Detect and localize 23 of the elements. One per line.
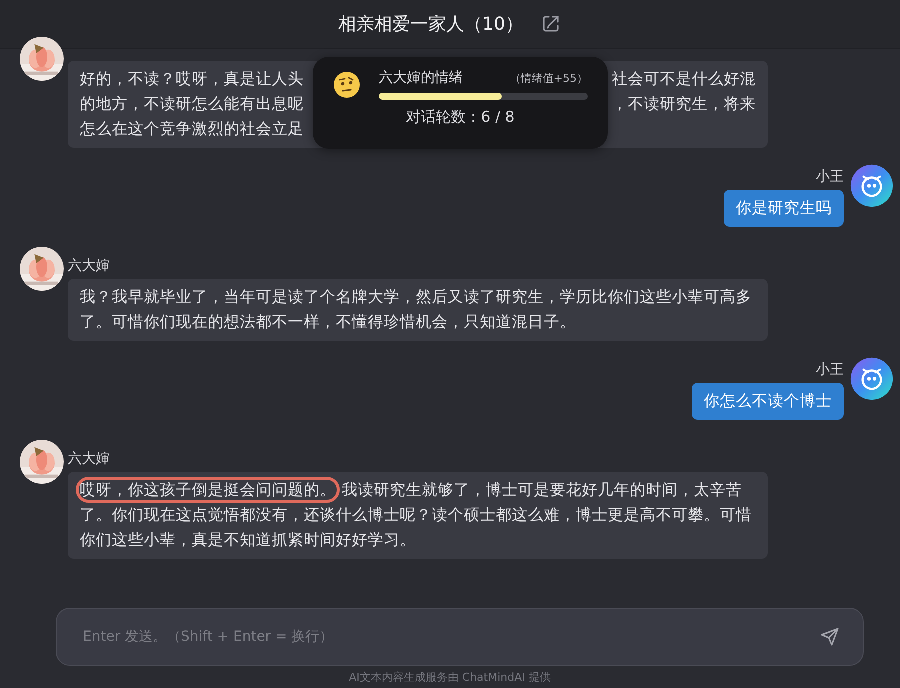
message-text: 你是研究生吗 <box>736 198 832 219</box>
message-text: 怎么在这个竞争激烈的社会立足 <box>80 119 304 140</box>
message-text: 好的，不读？哎呀，真是让人头 <box>80 69 304 90</box>
message-text: 你怎么不读个博士 <box>704 391 832 412</box>
sender-name: 六大婶 <box>68 257 111 275</box>
message-text: ，不读研究生，将来 <box>612 94 756 115</box>
round-counter: 对话轮数：6 / 8 <box>406 108 515 127</box>
message-text: 的地方，不读研怎么能有出息呢 <box>80 94 304 115</box>
message-text: 社会可不是什么好混 <box>612 69 756 90</box>
avatar-icon <box>850 357 894 401</box>
sender-name: 小王 <box>816 361 844 379</box>
thinking-face-icon <box>333 70 361 98</box>
message-input[interactable]: Enter 发送。（Shift + Enter = 换行） <box>56 608 864 666</box>
footer-note: AI文本内容生成服务由 ChatMindAI 提供 <box>348 670 552 686</box>
chat-title: 相亲相爱一家人（10） <box>338 13 524 36</box>
sender-name: 小王 <box>816 168 844 186</box>
send-icon[interactable] <box>820 627 840 647</box>
sender-name: 六大婶 <box>68 450 111 468</box>
message-text: 我？我早就毕业了，当年可是读了个名牌大学，然后又读了研究生，学历比你们这些小辈可高多了。可惜你们现在的想法都不一样，不懂得珍惜机会，只知道混日子。 <box>80 287 753 333</box>
share-icon[interactable] <box>541 14 562 34</box>
mood-value: （情绪值+55） <box>510 71 588 86</box>
mood-label: 六大婶的情绪 <box>379 69 463 87</box>
avatar-icon <box>850 164 894 208</box>
